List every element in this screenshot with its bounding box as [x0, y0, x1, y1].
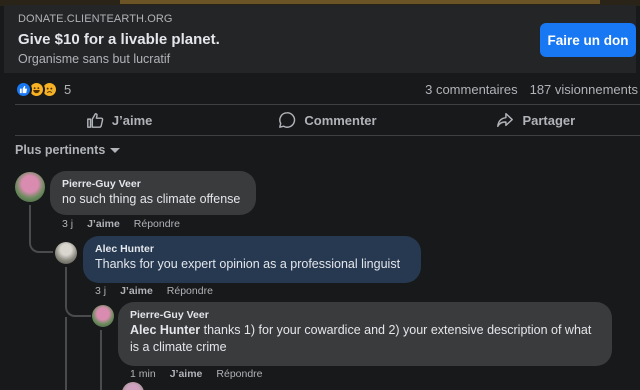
- ad-subtitle: Organisme sans but lucratif: [18, 52, 171, 66]
- share-arrow-icon: [497, 112, 514, 128]
- comment-bubble: Pierre-Guy Veer Alec Hunter thanks 1) fo…: [118, 302, 612, 366]
- comment-text: Thanks for you expert opinion as a profe…: [95, 257, 401, 271]
- share-button-label: Partager: [522, 112, 576, 128]
- comment-reply-link[interactable]: Répondre: [167, 285, 213, 297]
- like-button-label: J’aime: [111, 112, 153, 128]
- comment-text: no such thing as climate offense: [62, 192, 241, 206]
- comment-bubble-highlighted: Alec Hunter Thanks for you expert opinio…: [83, 236, 421, 283]
- ad-domain[interactable]: DONATE.CLIENTEARTH.ORG: [18, 13, 173, 25]
- reactions-summary[interactable]: 5: [15, 80, 71, 98]
- donate-button[interactable]: Faire un don: [540, 23, 636, 57]
- mention-link[interactable]: Alec Hunter: [130, 323, 200, 337]
- sponsored-ad-card[interactable]: DONATE.CLIENTEARTH.ORG Give $10 for a li…: [4, 5, 636, 73]
- comment-timestamp[interactable]: 3 j: [62, 218, 73, 230]
- avatar[interactable]: [15, 172, 45, 202]
- sort-label: Plus pertinents: [15, 143, 106, 157]
- divider: [15, 135, 640, 136]
- comment-meta: 3 j J’aime Répondre: [95, 285, 227, 297]
- comment-reply-link[interactable]: Répondre: [216, 368, 262, 380]
- thumbs-up-icon: [87, 112, 104, 128]
- comment-like-link[interactable]: J’aime: [120, 285, 153, 297]
- reaction-count: 5: [64, 81, 72, 97]
- comment-text-body: thanks 1) for your cowardice and 2) your…: [130, 323, 592, 354]
- comment-meta: 3 j J’aime Répondre: [62, 218, 194, 230]
- comment-button[interactable]: Commenter: [223, 105, 431, 135]
- views-count: 187 visionnements: [529, 82, 638, 97]
- thread-line: [29, 205, 53, 253]
- avatar[interactable]: [55, 242, 77, 264]
- caret-down-icon: [110, 147, 121, 153]
- ad-title[interactable]: Give $10 for a livable planet.: [18, 31, 220, 48]
- post-stats: 3 commentaires 187 visionnements: [425, 82, 638, 97]
- comment-text: Alec Hunter thanks 1) for your cowardice…: [130, 322, 600, 356]
- comments-count-link[interactable]: 3 commentaires: [425, 82, 517, 97]
- comment-bubble: Pierre-Guy Veer no such thing as climate…: [50, 171, 256, 215]
- avatar[interactable]: [122, 382, 144, 390]
- comment-bubble-icon: [279, 112, 296, 128]
- thread-line: [65, 317, 67, 390]
- comment-button-label: Commenter: [304, 112, 377, 128]
- comment-author[interactable]: Pierre-Guy Veer: [62, 177, 244, 191]
- comment-author[interactable]: Alec Hunter: [95, 242, 409, 256]
- comment-timestamp[interactable]: 1 min: [130, 368, 156, 380]
- comment-sort-dropdown[interactable]: Plus pertinents: [15, 143, 121, 157]
- comment-timestamp[interactable]: 3 j: [95, 285, 106, 297]
- share-button[interactable]: Partager: [432, 105, 640, 135]
- avatar[interactable]: [92, 305, 114, 327]
- comment-like-link[interactable]: J’aime: [87, 218, 120, 230]
- comment-like-link[interactable]: J’aime: [170, 368, 203, 380]
- comment-author[interactable]: Pierre-Guy Veer: [130, 308, 600, 322]
- comment-meta: 1 min J’aime Répondre: [130, 368, 277, 380]
- post-action-bar: J’aime Commenter Partager: [15, 105, 640, 135]
- like-button[interactable]: J’aime: [15, 105, 223, 135]
- comment-reply-link[interactable]: Répondre: [134, 218, 180, 230]
- like-icon: [15, 80, 32, 98]
